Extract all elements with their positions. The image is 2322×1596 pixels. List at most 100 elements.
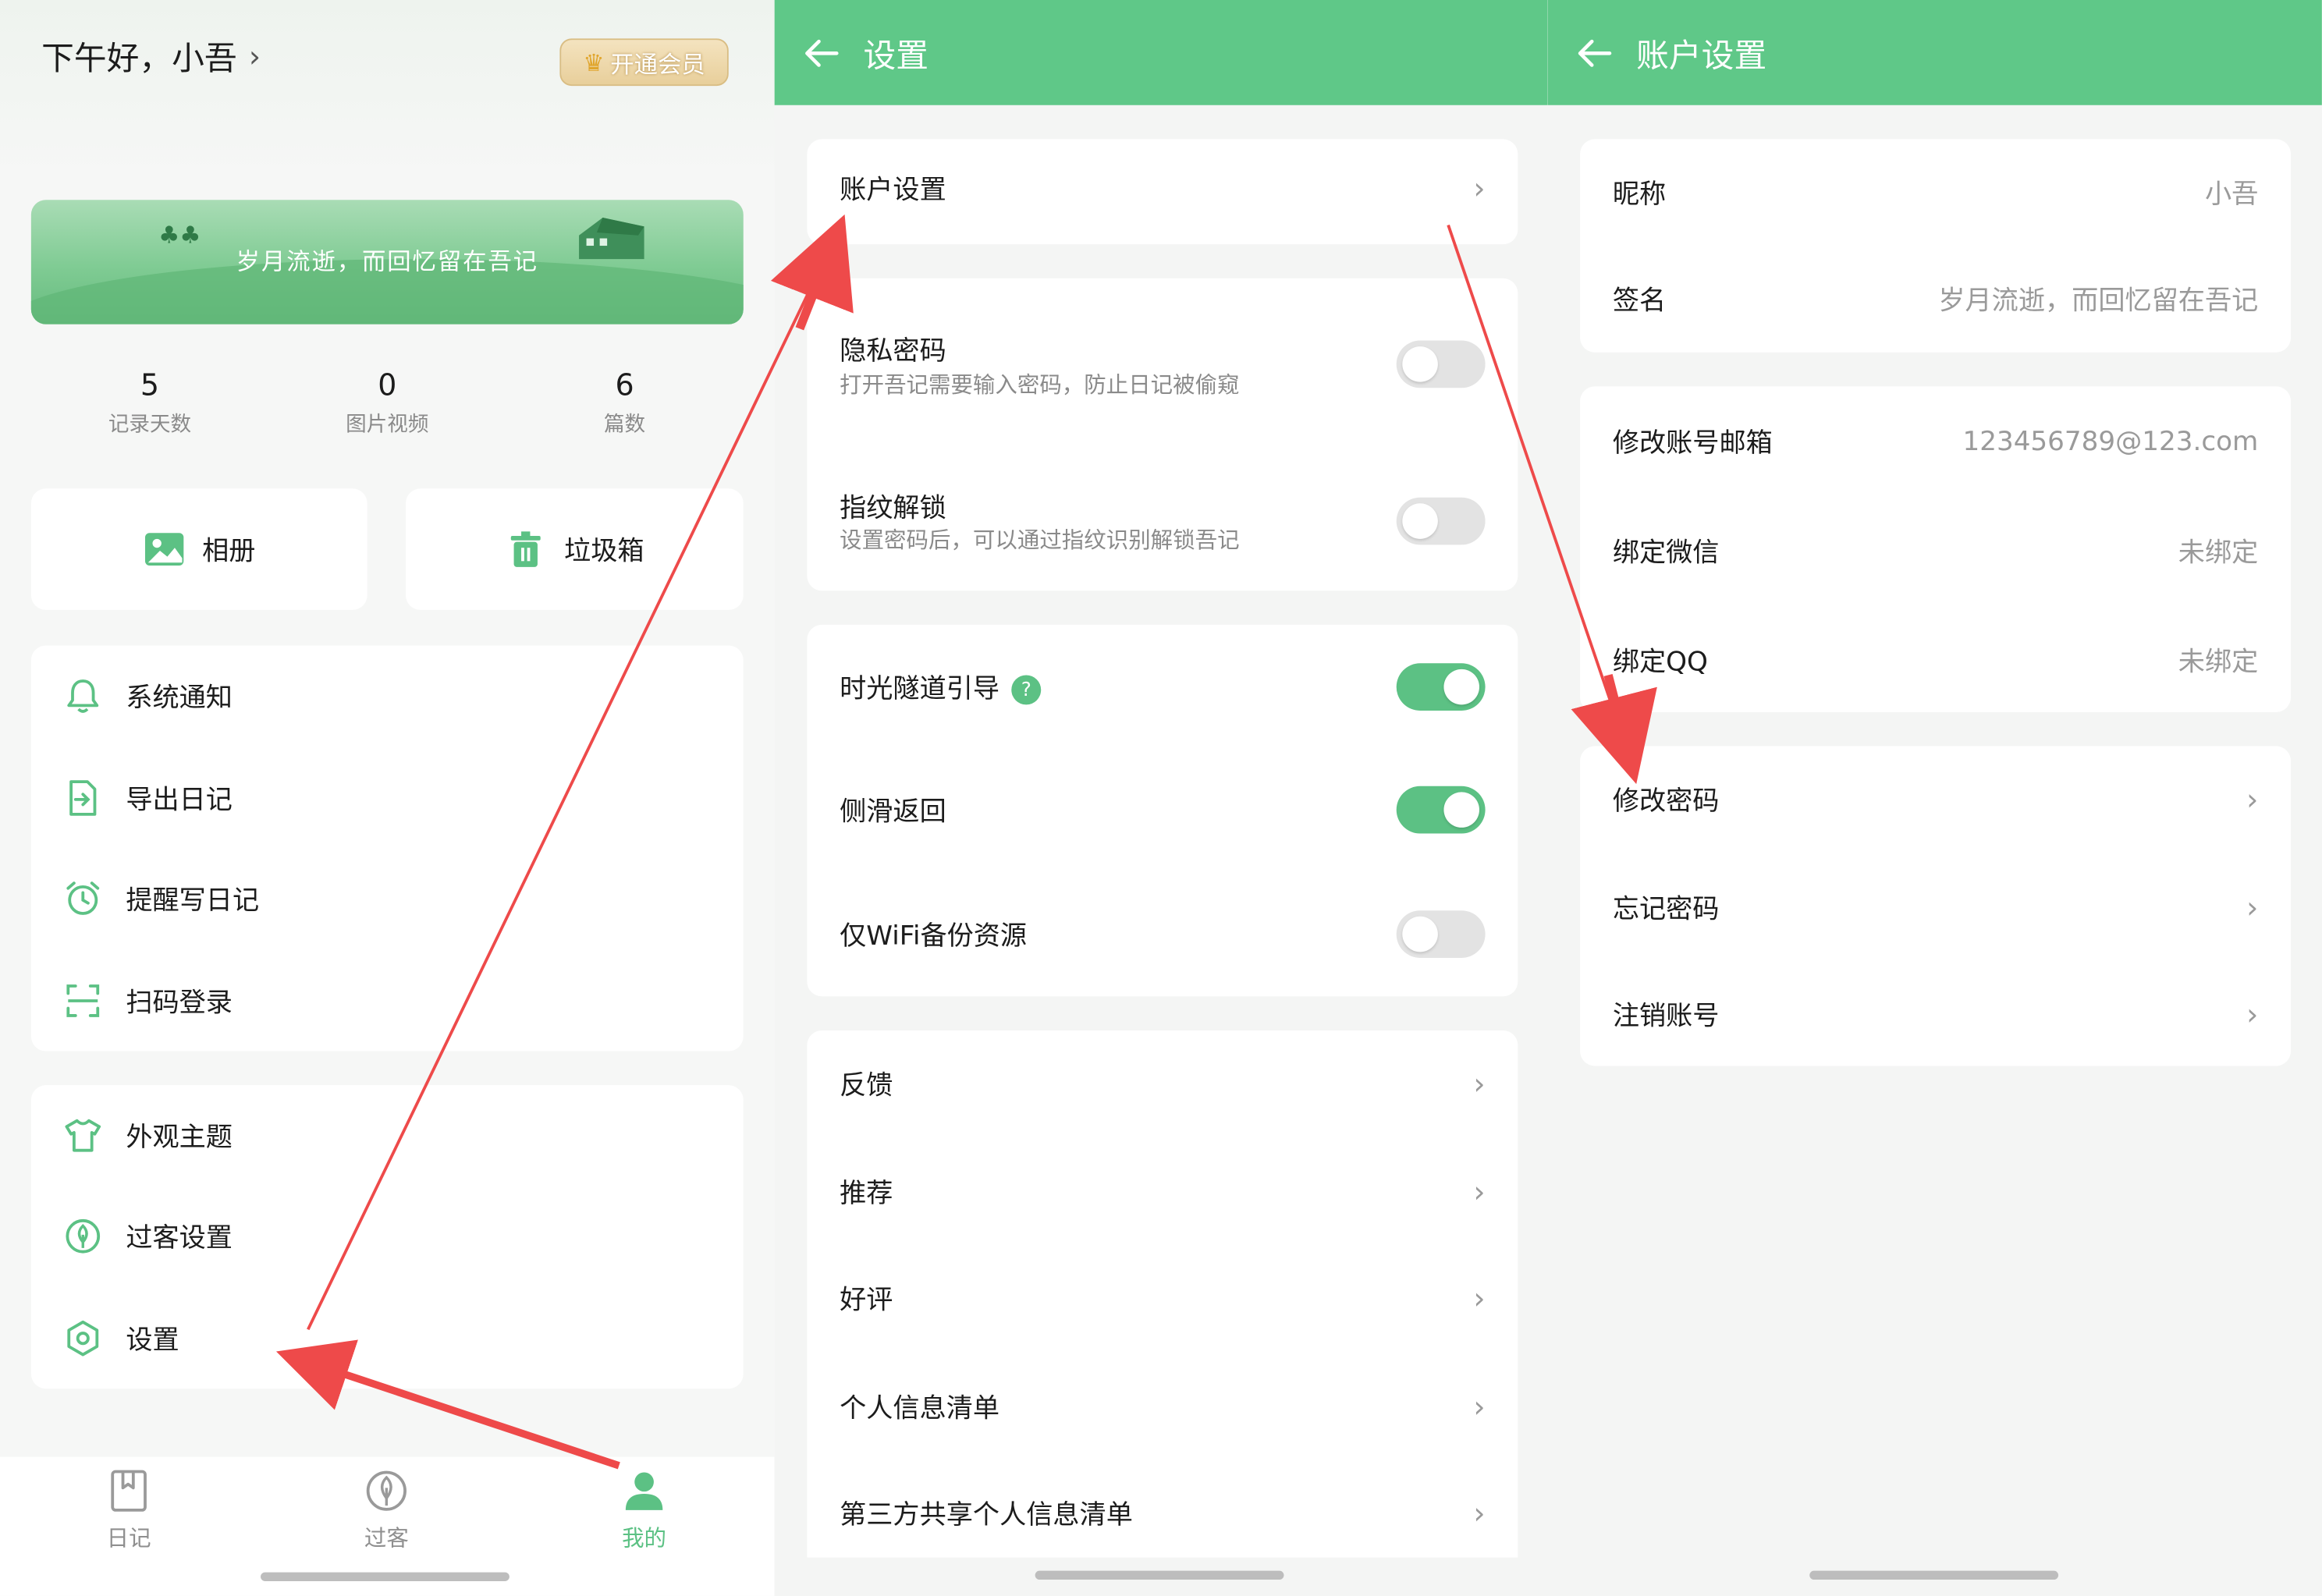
home-indicator [1035, 1570, 1284, 1580]
change-password-row[interactable]: 修改密码 › [1613, 780, 2258, 818]
row-label: 侧滑返回 [840, 796, 946, 828]
stat-value: 5 [140, 367, 160, 403]
crown-icon: ♛ [583, 48, 605, 76]
album-label: 相册 [202, 536, 256, 567]
tab-diary[interactable]: 日记 [40, 1469, 218, 1553]
chevron-right-icon: › [2246, 996, 2259, 1032]
menu-item-export[interactable]: 导出日记 [64, 778, 233, 817]
chevron-right-icon: › [1473, 1280, 1486, 1317]
personal-info-list-row[interactable]: 个人信息清单 › [840, 1387, 1485, 1425]
row-label: 绑定QQ [1612, 647, 1708, 679]
forgot-password-row[interactable]: 忘记密码 › [1613, 888, 2258, 927]
tab-mine[interactable]: 我的 [556, 1469, 733, 1553]
wechat-row[interactable]: 绑定微信 未绑定 [1613, 531, 2258, 569]
back-arrow-icon[interactable] [1574, 32, 1615, 73]
shirt-icon [65, 1119, 101, 1152]
trash-icon [510, 531, 541, 567]
stat-record-days[interactable]: 5 记录天数 [31, 364, 268, 453]
menu-item-scan-login[interactable]: 扫码登录 [64, 981, 233, 1020]
greeting-link[interactable]: 下午好，小吾 › [41, 33, 261, 80]
menu-item-settings[interactable]: 设置 [64, 1319, 179, 1357]
delete-account-row[interactable]: 注销账号 › [1613, 995, 2258, 1033]
menu-item-passerby-settings[interactable]: 过客设置 [64, 1217, 233, 1255]
stat-entries[interactable]: 6 篇数 [506, 364, 743, 453]
stat-value: 0 [378, 367, 397, 403]
nickname-row[interactable]: 昵称 小吾 [1613, 173, 2258, 211]
account-settings-screen: 账户设置 昵称 小吾 签名 岁月流逝，而回忆留在吾记 修改账号邮箱 123456… [1547, 0, 2322, 1596]
menu-item-theme[interactable]: 外观主题 [64, 1116, 233, 1154]
account-header: 账户设置 [1547, 0, 2322, 105]
row-label: 好评 [840, 1285, 893, 1317]
row-label: 签名 [1612, 286, 1667, 317]
menu-label: 提醒写日记 [126, 885, 260, 917]
row-label: 修改密码 [1612, 786, 1720, 818]
stat-label: 篇数 [603, 413, 646, 437]
password-card: 修改密码 › 忘记密码 › 注销账号 › [1580, 746, 2292, 1066]
row-label: 注销账号 [1612, 1000, 1720, 1032]
profile-card: 昵称 小吾 签名 岁月流逝，而回忆留在吾记 [1580, 139, 2292, 353]
greeting-text: 下午好，小吾 [41, 41, 237, 79]
feedback-row[interactable]: 反馈 › [840, 1065, 1485, 1103]
settings-header: 设置 [774, 0, 1548, 105]
menu-card-2: 外观主题 过客设置 设置 [30, 1085, 744, 1389]
links-card: 反馈 › 推荐 › 好评 › 个人信息清单 › 第三方共享个人信息清单 › [807, 1030, 1518, 1558]
menu-label: 外观主题 [126, 1122, 233, 1154]
menu-label: 过客设置 [126, 1222, 233, 1254]
row-label: 隐私密码 [840, 335, 946, 367]
album-button[interactable]: 相册 [30, 488, 367, 610]
image-icon [144, 533, 183, 566]
home-indicator [261, 1572, 509, 1581]
settings-screen: 设置 账户设置 › 隐私密码 打开吾记需要输入密码，防止日记被偷窥 指纹解锁 设… [774, 0, 1548, 1596]
row-label: 绑定微信 [1612, 537, 1720, 569]
privacy-password-toggle[interactable] [1396, 340, 1486, 388]
recommend-row[interactable]: 推荐 › [840, 1172, 1485, 1211]
nickname-value: 小吾 [2204, 179, 2259, 211]
swipe-back-row: 侧滑返回 [840, 786, 1486, 834]
stats-row: 5 记录天数 0 图片视频 6 篇数 [31, 364, 744, 453]
alarm-clock-icon [66, 881, 100, 915]
help-icon[interactable]: ? [1011, 675, 1042, 705]
row-label: 指纹解锁 [840, 493, 946, 524]
trash-label: 垃圾箱 [564, 536, 644, 567]
home-indicator [1809, 1570, 2059, 1580]
menu-item-notifications[interactable]: 系统通知 [64, 676, 233, 715]
chevron-right-icon: › [1473, 170, 1486, 206]
page-title: 账户设置 [1636, 37, 1767, 75]
row-label: 仅WiFi备份资源 [840, 920, 1028, 952]
qq-row[interactable]: 绑定QQ 未绑定 [1613, 641, 2258, 679]
tab-label: 过客 [364, 1524, 409, 1552]
trash-button[interactable]: 垃圾箱 [406, 488, 744, 610]
account-settings-row[interactable]: 账户设置 › [840, 168, 1485, 207]
fingerprint-toggle[interactable] [1396, 497, 1486, 545]
signature-row[interactable]: 签名 岁月流逝，而回忆留在吾记 [1613, 280, 2258, 318]
third-party-info-row[interactable]: 第三方共享个人信息清单 › [840, 1494, 1485, 1532]
row-description: 打开吾记需要输入密码，防止日记被偷窥 [840, 371, 1240, 399]
back-arrow-icon[interactable] [801, 32, 843, 73]
menu-label: 系统通知 [126, 682, 233, 714]
tab-passerby[interactable]: 过客 [297, 1469, 475, 1553]
scan-icon [66, 984, 100, 1017]
row-label: 昵称 [1612, 179, 1667, 211]
vip-button[interactable]: ♛ 开通会员 [559, 38, 729, 87]
chevron-right-icon: › [1473, 1066, 1486, 1102]
swipe-back-toggle[interactable] [1396, 786, 1486, 834]
row-label: 反馈 [840, 1070, 893, 1102]
time-tunnel-toggle[interactable] [1396, 663, 1486, 711]
stat-label: 记录天数 [108, 413, 192, 437]
email-row[interactable]: 修改账号邮箱 123456789@123.com [1613, 422, 2258, 460]
user-icon [625, 1472, 663, 1510]
wechat-value: 未绑定 [2178, 537, 2259, 569]
menu-label: 设置 [126, 1325, 179, 1357]
wifi-backup-toggle[interactable] [1396, 910, 1486, 958]
stat-media[interactable]: 0 图片视频 [268, 364, 506, 453]
chevron-right-icon: › [2246, 889, 2259, 926]
rate-row[interactable]: 好评 › [840, 1279, 1485, 1318]
row-label: 修改账号邮箱 [1612, 427, 1773, 459]
row-label: 个人信息清单 [840, 1392, 1000, 1424]
time-tunnel-label-wrap: 时光隧道引导? [840, 668, 1042, 706]
chevron-right-icon: › [248, 38, 261, 74]
row-label: 时光隧道引导 [840, 673, 1000, 705]
chevron-right-icon: › [1473, 1389, 1486, 1424]
menu-item-reminder[interactable]: 提醒写日记 [64, 879, 260, 917]
stat-value: 6 [615, 367, 634, 403]
